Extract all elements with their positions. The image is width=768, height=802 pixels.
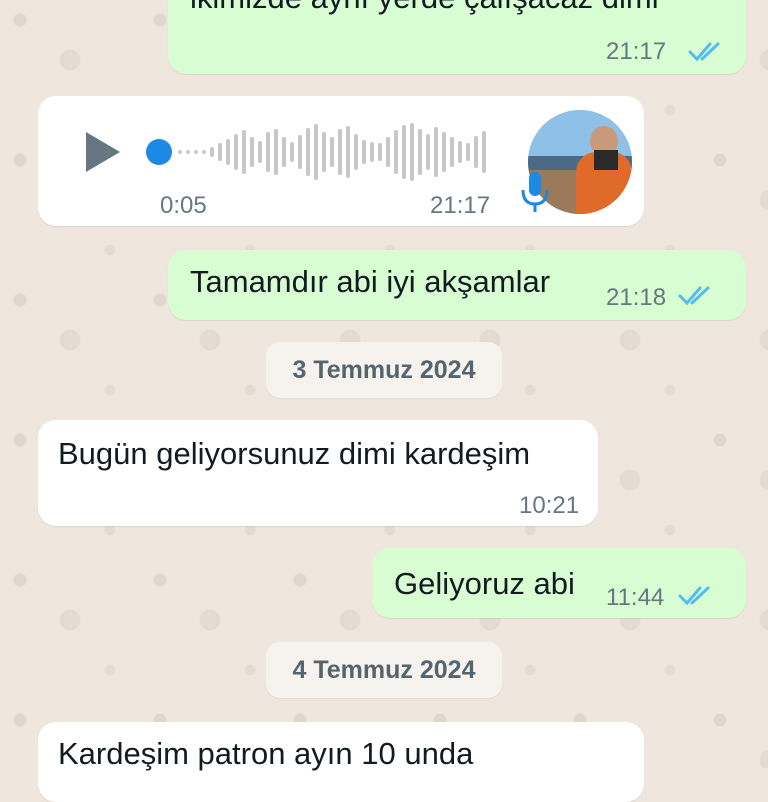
waveform-bar [266,132,270,172]
waveform-bar [242,130,246,174]
waveform-bar [306,128,310,176]
waveform-bar [474,136,478,168]
waveform-bar [378,143,382,161]
voice-progress-dot[interactable] [146,139,172,165]
message-time: 11:44 [606,584,665,611]
play-icon[interactable] [82,128,124,176]
waveform-bar [442,132,446,172]
waveform-bar [410,123,414,181]
incoming-message[interactable]: Kardeşim patron ayın 10 unda [38,722,644,802]
waveform-bar [370,142,374,162]
message-time: 21:17 [430,192,491,219]
waveform-bar [218,143,222,161]
waveform-bar [394,130,398,174]
message-time: 10:21 [519,492,580,519]
waveform-bar [466,143,470,161]
message-text: Geliyoruz abi [394,566,575,601]
waveform-bar [386,137,390,167]
date-separator: 3 Temmuz 2024 [266,342,502,398]
waveform-bar [210,147,214,157]
waveform-bar [458,141,462,163]
message-time: 21:18 [606,284,667,311]
voice-waveform[interactable] [178,96,488,206]
waveform-bar [402,125,406,179]
waveform-bar [194,150,198,154]
message-text: Tamamdır abi iyi akşamlar [190,264,551,299]
outgoing-message[interactable]: ikimizde aynı yerde çalışacaz dimi 21:17 [168,0,746,74]
voice-message[interactable]: 0:05 21:17 [38,96,644,226]
waveform-bar [354,134,358,170]
outgoing-message[interactable]: Tamamdır abi iyi akşamlar 21:18 [168,250,746,320]
microphone-icon [521,172,549,212]
waveform-bar [346,126,350,178]
waveform-bar [258,141,262,163]
waveform-bar [434,127,438,177]
outgoing-message[interactable]: Geliyoruz abi 11:44 [372,548,746,618]
double-check-icon [678,286,710,306]
message-text: Kardeşim patron ayın 10 unda [58,736,474,771]
waveform-bar [330,137,334,167]
waveform-bar [338,129,342,175]
waveform-bar [482,131,486,173]
waveform-bar [202,150,206,154]
waveform-bar [450,137,454,167]
message-text: ikimizde aynı yerde çalışacaz dimi [190,0,659,16]
waveform-bar [274,129,278,175]
voice-duration: 0:05 [160,192,207,219]
waveform-bar [298,135,302,169]
incoming-message[interactable]: Bugün geliyorsunuz dimi kardeşim 10:21 [38,420,598,526]
double-check-icon [678,586,710,606]
waveform-bar [178,150,182,154]
waveform-bar [362,140,366,164]
waveform-bar [186,150,190,154]
waveform-bar [250,137,254,167]
date-separator: 4 Temmuz 2024 [266,642,502,698]
waveform-bar [314,124,318,180]
waveform-bar [226,139,230,165]
waveform-bar [282,137,286,167]
waveform-bar [290,142,294,162]
message-text: Bugün geliyorsunuz dimi kardeşim [58,436,531,471]
waveform-bar [426,134,430,170]
waveform-bar [234,134,238,170]
double-check-icon [688,42,720,62]
waveform-bar [418,129,422,175]
waveform-bar [322,132,326,172]
message-time: 21:17 [606,38,667,65]
